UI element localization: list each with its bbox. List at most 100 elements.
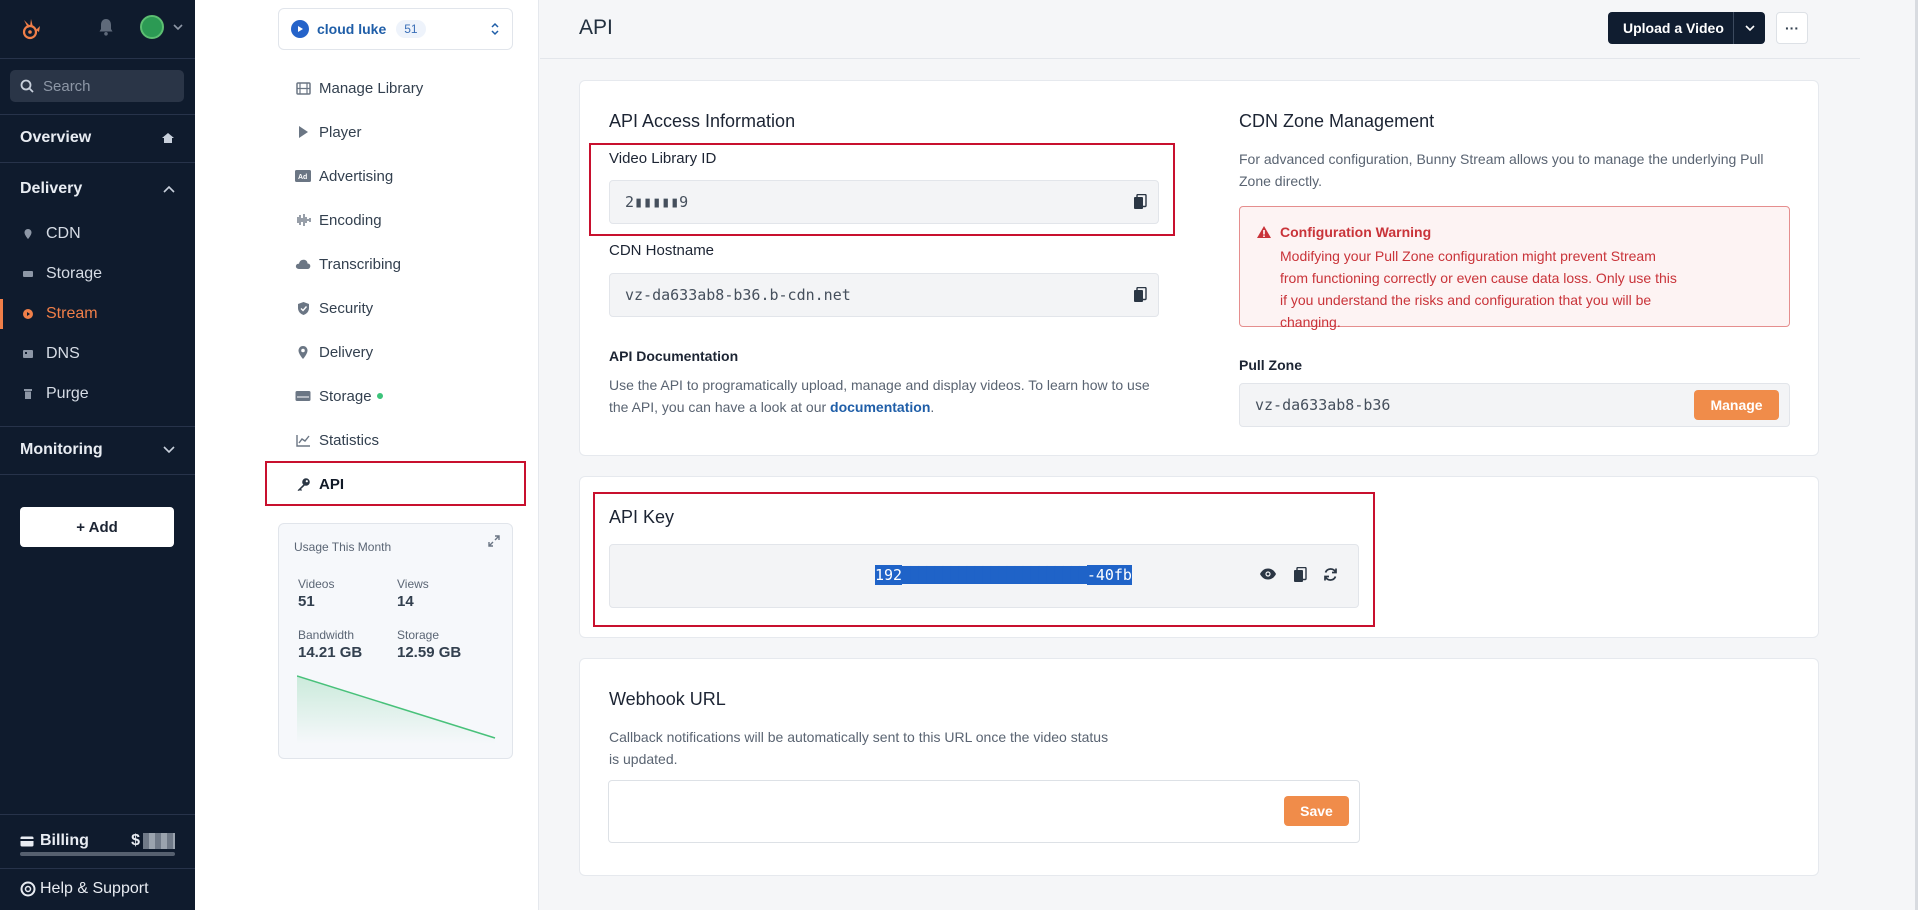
highlight-box xyxy=(589,143,1175,236)
subnav-label: Security xyxy=(319,299,374,317)
manage-button[interactable]: Manage xyxy=(1694,390,1779,420)
cdn-zone-title: CDN Zone Management xyxy=(1239,111,1435,131)
help-label: Help & Support xyxy=(40,880,149,897)
nav-item-cdn[interactable]: CDN xyxy=(0,215,195,253)
upload-dropdown-toggle[interactable] xyxy=(1733,12,1765,44)
subnav-manage-library[interactable]: Manage Library xyxy=(295,68,515,108)
subnav-label: Player xyxy=(319,123,362,141)
lifebuoy-icon xyxy=(20,881,36,897)
film-icon xyxy=(295,80,311,96)
storage-icon xyxy=(295,388,311,404)
nav-monitoring-section[interactable]: Monitoring xyxy=(0,426,195,474)
chevron-down-icon xyxy=(1744,24,1755,31)
nav-item-storage[interactable]: Storage xyxy=(0,255,195,293)
cdn-hostname-value: vz-da633ab8-b36.b-cdn.net xyxy=(625,286,851,304)
cdn-hostname-field[interactable]: vz-da633ab8-b36.b-cdn.net xyxy=(609,273,1159,317)
cdn-hostname-label: CDN Hostname xyxy=(609,242,715,259)
credit-card-icon xyxy=(20,836,34,846)
nav-search-box[interactable] xyxy=(10,70,184,102)
cloud-icon xyxy=(295,256,311,272)
nav-monitoring-label: Monitoring xyxy=(20,441,103,458)
save-button[interactable]: Save xyxy=(1284,796,1349,826)
nav-header xyxy=(0,0,195,58)
subnav-transcribing[interactable]: Transcribing xyxy=(295,244,515,284)
subnav-security[interactable]: Security xyxy=(295,288,599,328)
library-sidebar: cloud luke 51 Manage Library Player Ad A… xyxy=(195,0,599,910)
warning-title: Configuration Warning xyxy=(1280,224,1432,240)
home-icon xyxy=(162,133,174,143)
divider xyxy=(0,162,195,163)
billing-label: Billing xyxy=(40,832,89,849)
ad-icon: Ad xyxy=(295,168,311,184)
chart-icon xyxy=(295,432,311,448)
svg-text:Ad: Ad xyxy=(298,174,307,181)
nav-delivery-label: Delivery xyxy=(20,180,83,197)
warning-text: Modifying your Pull Zone configuration m… xyxy=(1280,248,1677,330)
api-doc-text: Use the API to programatically upload, m… xyxy=(609,377,1150,415)
nav-item-label: CDN xyxy=(46,225,81,242)
waveform-icon xyxy=(295,212,311,228)
nav-item-stream[interactable]: Stream xyxy=(0,295,195,333)
expand-icon[interactable] xyxy=(488,535,500,547)
pull-zone-field: vz-da633ab8-b36 Manage xyxy=(1239,383,1790,427)
warning-icon xyxy=(1257,226,1271,238)
chevron-down-icon[interactable] xyxy=(172,22,184,32)
subnav-label: Transcribing xyxy=(319,255,401,273)
nav-overview[interactable]: Overview xyxy=(0,114,195,162)
divider xyxy=(0,58,195,59)
documentation-link[interactable]: documentation xyxy=(830,399,930,415)
webhook-card: Webhook URL Callback notifications will … xyxy=(579,658,1819,876)
nav-overview-label: Overview xyxy=(20,129,92,146)
more-options-button[interactable]: ··· xyxy=(1776,12,1808,44)
subnav-label: Statistics xyxy=(319,431,380,449)
upload-video-button[interactable]: Upload a Video xyxy=(1608,12,1765,44)
add-button[interactable]: + Add xyxy=(20,507,174,547)
bell-icon[interactable] xyxy=(98,18,114,36)
main-nav: Overview Delivery CDN Storage Stream DNS… xyxy=(0,0,195,910)
highlight-box xyxy=(265,461,526,506)
subnav-label: Delivery xyxy=(319,343,374,361)
nav-item-purge[interactable]: Purge xyxy=(0,375,195,413)
usage-title: Usage This Month xyxy=(294,540,392,554)
subnav-statistics[interactable]: Statistics xyxy=(295,420,515,460)
avatar[interactable] xyxy=(140,15,164,39)
api-key-card: API Key 192███████████████████████-40fb xyxy=(579,476,1819,638)
page-title: API xyxy=(579,16,613,39)
subnav-advertising[interactable]: Ad Advertising xyxy=(295,156,515,196)
highlight-box xyxy=(593,492,1375,627)
chevron-up-icon xyxy=(163,185,175,193)
copy-icon[interactable] xyxy=(1133,287,1147,303)
stat-bandwidth: Bandwidth 14.21 GB xyxy=(298,628,363,661)
bunny-logo-icon[interactable] xyxy=(18,16,44,42)
webhook-description: Callback notifications will be automatic… xyxy=(609,729,1109,767)
library-selector[interactable]: cloud luke 51 xyxy=(278,8,513,50)
subnav-storage[interactable]: Storage xyxy=(295,376,515,416)
subnav-player[interactable]: Player xyxy=(295,112,515,152)
api-access-card: API Access Information Video Library ID … xyxy=(579,80,1819,456)
library-name: cloud luke xyxy=(317,21,387,37)
nav-item-label: DNS xyxy=(46,345,80,362)
subnav-encoding[interactable]: Encoding xyxy=(295,200,515,240)
pin-icon xyxy=(295,344,311,360)
divider xyxy=(0,474,195,475)
page-header: API Upload a Video ··· xyxy=(540,0,1860,59)
divider xyxy=(0,814,195,815)
dns-icon xyxy=(23,350,33,358)
stat-views: Views 14 xyxy=(397,577,429,610)
webhook-url-input[interactable] xyxy=(621,799,1261,825)
nav-delivery-section[interactable]: Delivery xyxy=(0,165,195,213)
billing-progress-bar xyxy=(20,852,175,856)
subnav-label: Encoding xyxy=(319,211,382,229)
help-support-link[interactable]: Help & Support xyxy=(20,880,149,898)
divider xyxy=(0,868,195,869)
webhook-url-field: Save xyxy=(608,780,1360,843)
subnav-label: Storage xyxy=(319,387,372,405)
subnav-delivery[interactable]: Delivery xyxy=(295,332,515,372)
api-access-title: API Access Information xyxy=(609,111,796,131)
webhook-title: Webhook URL xyxy=(609,689,726,709)
stat-storage: Storage 12.59 GB xyxy=(397,628,462,661)
pin-icon xyxy=(24,229,32,239)
search-input[interactable] xyxy=(43,77,173,95)
nav-item-dns[interactable]: DNS xyxy=(0,335,195,373)
shield-icon xyxy=(295,300,311,316)
